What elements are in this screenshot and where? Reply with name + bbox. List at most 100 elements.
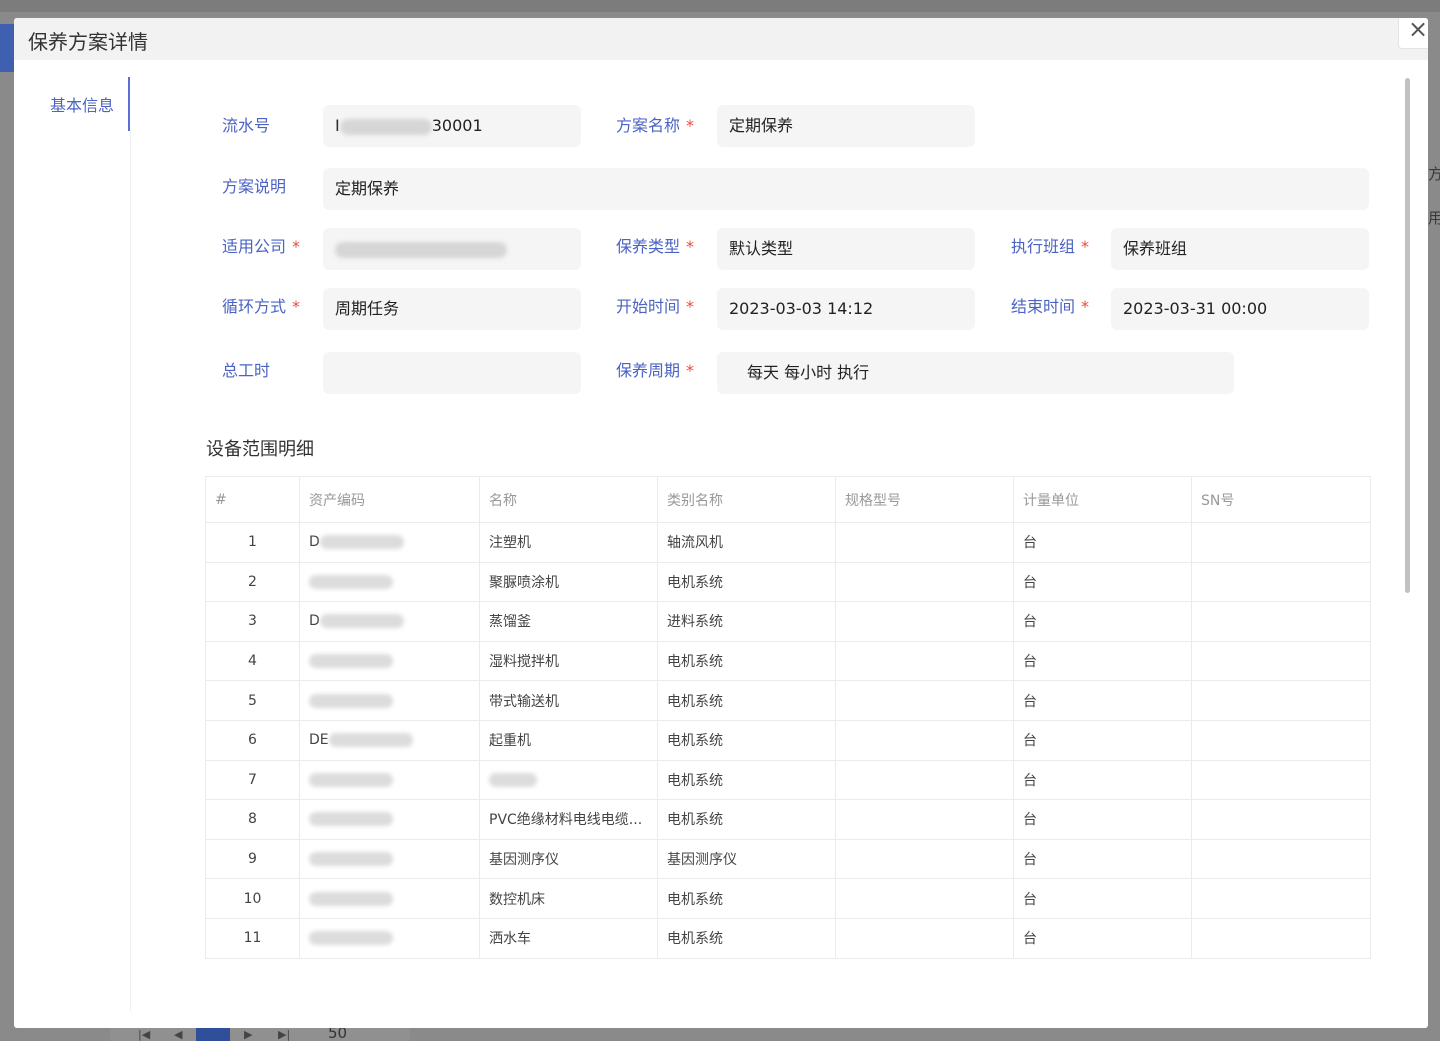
sn-cell bbox=[1191, 601, 1371, 642]
column-header-name: 名称 bbox=[479, 476, 658, 523]
table-row[interactable]: 6 DE 起重机 电机系统 台 bbox=[205, 720, 1371, 761]
category-cell: 电机系统 bbox=[657, 878, 836, 919]
prev-page-icon: ◀ bbox=[174, 1028, 183, 1041]
row-index: 8 bbox=[205, 799, 300, 840]
name-cell: 起重机 bbox=[479, 720, 658, 761]
category-cell: 轴流风机 bbox=[657, 522, 836, 563]
asset-code-cell bbox=[299, 562, 480, 603]
table-row[interactable]: 10 数控机床 电机系统 台 bbox=[205, 878, 1371, 919]
close-button[interactable]: × bbox=[1398, 18, 1428, 49]
redacted-value bbox=[309, 891, 393, 906]
background-text: 方 bbox=[1428, 165, 1440, 183]
spec-cell bbox=[835, 601, 1014, 642]
team-label: 执行班组 * bbox=[1011, 237, 1090, 256]
category-cell: 进料系统 bbox=[657, 601, 836, 642]
spec-cell bbox=[835, 799, 1014, 840]
row-index: 7 bbox=[205, 760, 300, 801]
unit-cell: 台 bbox=[1013, 760, 1192, 801]
unit-cell: 台 bbox=[1013, 680, 1192, 721]
table-row[interactable]: 1 D 注塑机 轴流风机 台 bbox=[205, 522, 1371, 563]
spec-cell bbox=[835, 839, 1014, 880]
start-time-field[interactable]: 2023-03-03 14:12 bbox=[717, 288, 975, 330]
category-cell: 电机系统 bbox=[657, 799, 836, 840]
side-nav: 基本信息 bbox=[14, 60, 132, 1028]
row-index: 2 bbox=[205, 562, 300, 603]
description-label: 方案说明 bbox=[222, 177, 287, 196]
unit-cell: 台 bbox=[1013, 839, 1192, 880]
serial-no-field[interactable]: I 30001 bbox=[323, 105, 581, 147]
row-index: 10 bbox=[205, 878, 300, 919]
name-cell: PVC绝缘材料电线电缆... bbox=[479, 799, 658, 840]
unit-cell: 台 bbox=[1013, 878, 1192, 919]
side-nav-active-indicator bbox=[128, 77, 130, 131]
start-time-label: 开始时间 * bbox=[616, 297, 695, 316]
background-top-bar bbox=[0, 0, 1440, 12]
cycle-field[interactable]: 周期任务 bbox=[323, 288, 581, 330]
spec-cell bbox=[835, 918, 1014, 959]
table-row[interactable]: 5 带式输送机 电机系统 台 bbox=[205, 680, 1371, 721]
redacted-value bbox=[309, 574, 393, 589]
category-cell: 电机系统 bbox=[657, 720, 836, 761]
plan-detail-dialog: 保养方案详情 基本信息 流水号 I 30001 方案名称 * 定期保养 方案说明 定… bbox=[14, 18, 1428, 1028]
table-row[interactable]: 4 湿料搅拌机 电机系统 台 bbox=[205, 641, 1371, 682]
team-field[interactable]: 保养班组 bbox=[1111, 228, 1369, 270]
description-field[interactable]: 定期保养 bbox=[323, 168, 1369, 210]
asset-code-cell: D bbox=[299, 601, 480, 642]
asset-code-cell bbox=[299, 839, 480, 880]
maint-type-label: 保养类型 * bbox=[616, 237, 695, 256]
current-page bbox=[196, 1027, 230, 1041]
scrollbar-thumb[interactable] bbox=[1405, 78, 1410, 593]
background-accent bbox=[0, 24, 14, 72]
unit-cell: 台 bbox=[1013, 918, 1192, 959]
side-nav-item-basic-info[interactable]: 基本信息 bbox=[50, 92, 114, 116]
sn-cell bbox=[1191, 522, 1371, 563]
table-header-row: # 资产编码 名称 类别名称 规格型号 计量单位 SN号 bbox=[205, 476, 1371, 523]
row-index: 4 bbox=[205, 641, 300, 682]
first-page-icon: |◀ bbox=[138, 1028, 151, 1041]
name-cell: 湿料搅拌机 bbox=[479, 641, 658, 682]
name-cell bbox=[479, 760, 658, 801]
period-label: 保养周期 * bbox=[616, 361, 695, 380]
spec-cell bbox=[835, 522, 1014, 563]
redacted-value bbox=[309, 852, 393, 867]
period-field[interactable]: 每天 每小时 执行 bbox=[717, 352, 1234, 394]
table-row[interactable]: 11 洒水车 电机系统 台 bbox=[205, 918, 1371, 959]
unit-cell: 台 bbox=[1013, 799, 1192, 840]
sn-cell bbox=[1191, 918, 1371, 959]
asset-code-cell: D bbox=[299, 522, 480, 563]
equipment-section-title: 设备范围明细 bbox=[206, 439, 314, 460]
redacted-value bbox=[309, 772, 393, 787]
table-row[interactable]: 3 D 蒸馏釜 进料系统 台 bbox=[205, 601, 1371, 642]
plan-name-field[interactable]: 定期保养 bbox=[717, 105, 975, 147]
table-row[interactable]: 2 聚脲喷涂机 电机系统 台 bbox=[205, 562, 1371, 603]
redacted-value bbox=[328, 733, 413, 748]
name-cell: 注塑机 bbox=[479, 522, 658, 563]
column-header-sn: SN号 bbox=[1191, 476, 1371, 523]
redacted-value bbox=[319, 614, 404, 629]
column-header-asset-code: 资产编码 bbox=[299, 476, 480, 523]
redacted-value bbox=[319, 535, 404, 550]
row-index: 1 bbox=[205, 522, 300, 563]
redacted-value bbox=[489, 772, 537, 787]
total-hours-field[interactable] bbox=[323, 352, 581, 394]
dialog-header: 保养方案详情 bbox=[14, 18, 1428, 60]
maint-type-field[interactable]: 默认类型 bbox=[717, 228, 975, 270]
asset-code-cell bbox=[299, 918, 480, 959]
sn-cell bbox=[1191, 680, 1371, 721]
unit-cell: 台 bbox=[1013, 641, 1192, 682]
table-row[interactable]: 9 基因测序仪 基因测序仪 台 bbox=[205, 839, 1371, 880]
table-row[interactable]: 7 电机系统 台 bbox=[205, 760, 1371, 801]
asset-code-cell bbox=[299, 799, 480, 840]
row-index: 9 bbox=[205, 839, 300, 880]
name-cell: 聚脲喷涂机 bbox=[479, 562, 658, 603]
category-cell: 电机系统 bbox=[657, 562, 836, 603]
table-row[interactable]: 8 PVC绝缘材料电线电缆... 电机系统 台 bbox=[205, 799, 1371, 840]
category-cell: 电机系统 bbox=[657, 680, 836, 721]
end-time-field[interactable]: 2023-03-31 00:00 bbox=[1111, 288, 1369, 330]
serial-no-label: 流水号 bbox=[222, 116, 271, 135]
redacted-value bbox=[309, 931, 393, 946]
spec-cell bbox=[835, 760, 1014, 801]
equipment-table: # 资产编码 名称 类别名称 规格型号 计量单位 SN号 1 D 注塑机 轴流风机台 2… bbox=[205, 476, 1371, 959]
company-field[interactable] bbox=[323, 228, 581, 270]
plan-name-label: 方案名称 * bbox=[616, 116, 695, 135]
